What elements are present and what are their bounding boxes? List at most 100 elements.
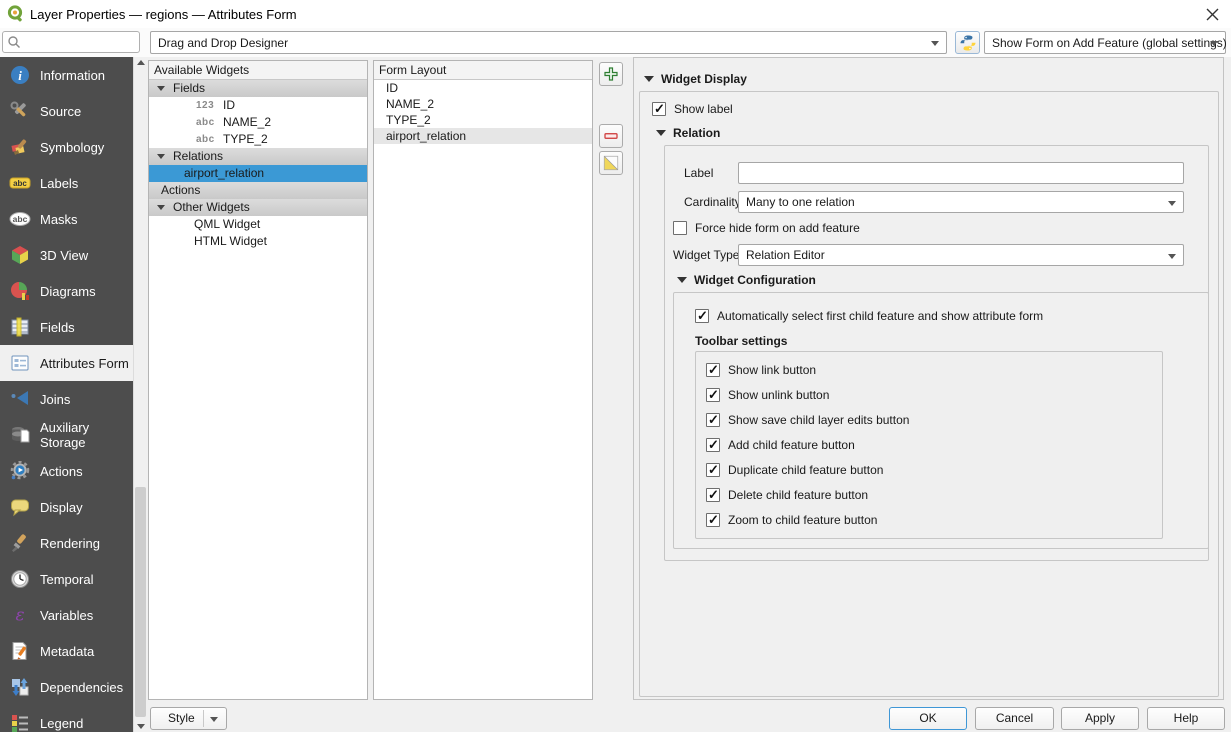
sidebar-item-dependencies[interactable]: Dependencies (0, 669, 133, 705)
sidebar-item-label: Legend (40, 716, 83, 731)
tree-item-qml-widget[interactable]: QML Widget (149, 216, 367, 233)
remove-widget-button[interactable] (599, 124, 623, 148)
python-init-function-button[interactable] (955, 31, 980, 54)
tree-item-name-2[interactable]: abcNAME_2 (149, 114, 367, 131)
toolbar-settings-heading: Toolbar settings (695, 334, 787, 348)
checkbox-label: Automatically select first child feature… (717, 309, 1043, 323)
checkbox-label: Show link button (728, 363, 816, 377)
sidebar-item-labels[interactable]: abcLabels (0, 165, 133, 201)
sidebar-item-symbology[interactable]: Symbology (0, 129, 133, 165)
show-label-checkbox[interactable] (652, 102, 666, 116)
form-designer-combo[interactable]: Drag and Drop Designer (150, 31, 947, 54)
show-save-child-layer-edits-checkbox[interactable] (706, 413, 720, 427)
minus-icon (602, 127, 620, 145)
sidebar-item-masks[interactable]: abcMasks (0, 201, 133, 237)
sidebar-item-variables[interactable]: εVariables (0, 597, 133, 633)
tree-item-id[interactable]: 123ID (149, 97, 367, 114)
tree-item-html-widget[interactable]: HTML Widget (149, 233, 367, 250)
sidebar-item-3d-view[interactable]: 3D View (0, 237, 133, 273)
tree-item-label: QML Widget (149, 217, 260, 231)
triangle-down-icon (677, 277, 687, 283)
tree-category-relations[interactable]: Relations (149, 148, 367, 165)
sidebar-item-label: Variables (40, 608, 93, 623)
sidebar-item-legend[interactable]: Legend (0, 705, 133, 732)
style-button[interactable]: Style (150, 707, 227, 730)
search-input[interactable] (25, 33, 137, 51)
label-field-label: Label (684, 166, 713, 180)
apply-button[interactable]: Apply (1061, 707, 1139, 730)
available-widgets-header: Available Widgets (149, 61, 367, 80)
sidebar-item-rendering[interactable]: Rendering (0, 525, 133, 561)
duplicate-child-feature-checkbox[interactable] (706, 463, 720, 477)
ok-button[interactable]: OK (889, 707, 967, 730)
number-type-icon: 123 (196, 97, 214, 114)
edit-widget-button[interactable] (599, 151, 623, 175)
sidebar-item-fields[interactable]: Fields (0, 309, 133, 345)
collapse-arrow-icon[interactable] (157, 154, 165, 159)
show-unlink-button-checkbox[interactable] (706, 388, 720, 402)
auto-select-first-child-checkbox[interactable] (695, 309, 709, 323)
sidebar-item-joins[interactable]: Joins (0, 381, 133, 417)
sidebar-item-information[interactable]: iInformation (0, 57, 133, 93)
text-type-icon: abc (196, 131, 215, 148)
plus-icon (602, 65, 620, 83)
abc-label-icon: abc (9, 172, 31, 194)
button-separator (203, 710, 204, 727)
cardinality-combo[interactable]: Many to one relation (738, 191, 1184, 213)
show-form-on-add-feature-combo[interactable]: Show Form on Add Feature (global setting… (984, 31, 1226, 54)
show-form-on-add-feature-value: Show Form on Add Feature (global setting… (992, 36, 1227, 50)
tree-category-other-widgets[interactable]: Other Widgets (149, 199, 367, 216)
sidebar-item-display[interactable]: Display (0, 489, 133, 525)
titlebar: Layer Properties — regions — Attributes … (0, 0, 1231, 28)
form-layout-item-name-2[interactable]: NAME_2 (374, 96, 592, 112)
widget-configuration-section-header[interactable]: Widget Configuration (677, 273, 816, 287)
sidebar-item-metadata[interactable]: Metadata (0, 633, 133, 669)
add-widget-button[interactable] (599, 62, 623, 86)
collapse-arrow-icon[interactable] (157, 86, 165, 91)
scrollbar-thumb[interactable] (135, 487, 146, 717)
sidebar-item-source[interactable]: Source (0, 93, 133, 129)
help-button[interactable]: Help (1147, 707, 1225, 730)
triangle-down-icon (644, 76, 654, 82)
form-layout-item-type-2[interactable]: TYPE_2 (374, 112, 592, 128)
sidebar-scrollbar[interactable] (133, 57, 147, 732)
close-icon[interactable] (1201, 4, 1223, 24)
speech-bubble-icon (9, 496, 31, 518)
form-layout-item-airport-relation[interactable]: airport_relation (374, 128, 592, 144)
toolbar-option-row: Delete child feature button (706, 488, 868, 502)
tree-category-fields[interactable]: Fields (149, 80, 367, 97)
sidebar-item-diagrams[interactable]: Diagrams (0, 273, 133, 309)
sidebar-item-attributes-form[interactable]: Attributes Form (0, 345, 133, 381)
label-input[interactable] (738, 162, 1184, 184)
add-child-feature-checkbox[interactable] (706, 438, 720, 452)
scroll-down-icon[interactable] (137, 724, 145, 729)
relation-section-header[interactable]: Relation (656, 126, 720, 140)
zoom-to-child-feature-checkbox[interactable] (706, 513, 720, 527)
sidebar-item-label: Metadata (40, 644, 94, 659)
sidebar-item-actions[interactable]: Actions (0, 453, 133, 489)
delete-child-feature-checkbox[interactable] (706, 488, 720, 502)
auto-select-row: Automatically select first child feature… (695, 309, 1043, 323)
collapse-arrow-icon[interactable] (157, 205, 165, 210)
list-item-label: ID (374, 81, 398, 95)
tree-category-actions[interactable]: Actions (149, 182, 367, 199)
checkbox-label: Duplicate child feature button (728, 463, 883, 477)
sidebar-item-auxiliary-storage[interactable]: Auxiliary Storage (0, 417, 133, 453)
show-link-button-checkbox[interactable] (706, 363, 720, 377)
tree-item-type-2[interactable]: abcTYPE_2 (149, 131, 367, 148)
tree-item-airport-relation[interactable]: airport_relation (149, 165, 367, 182)
sidebar-item-temporal[interactable]: Temporal (0, 561, 133, 597)
form-layout-item-id[interactable]: ID (374, 80, 592, 96)
cube-icon (9, 244, 31, 266)
force-hide-form-checkbox[interactable] (673, 221, 687, 235)
section-title: Widget Display (661, 72, 747, 86)
toolbar-option-row: Show unlink button (706, 388, 829, 402)
tree-item-label: HTML Widget (149, 234, 267, 248)
scroll-up-icon[interactable] (137, 60, 145, 65)
widget-type-combo[interactable]: Relation Editor (738, 244, 1184, 266)
layer-properties-dialog: Layer Properties — regions — Attributes … (0, 0, 1231, 732)
widget-display-section-header[interactable]: Widget Display (644, 72, 747, 86)
cardinality-value: Many to one relation (746, 195, 855, 209)
sidebar-item-label: Display (40, 500, 83, 515)
cancel-button[interactable]: Cancel (975, 707, 1054, 730)
